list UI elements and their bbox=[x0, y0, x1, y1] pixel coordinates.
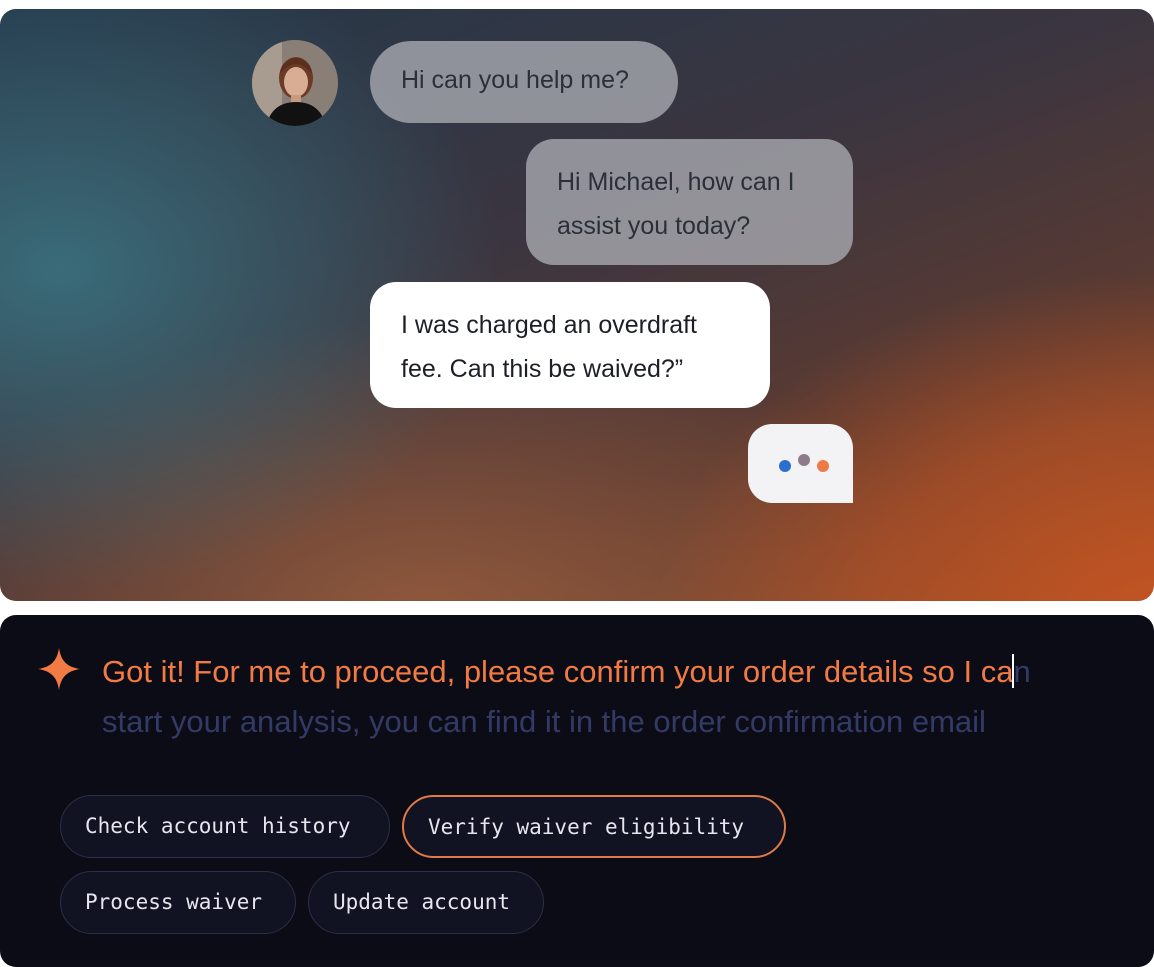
agent-message-bubble: Hi Michael, how can I assist you today? bbox=[526, 139, 853, 265]
sparkle-icon bbox=[38, 648, 80, 690]
reply-typed-text: Got it! For me to proceed, please confir… bbox=[102, 654, 1014, 689]
message-text-line: fee. Can this be waived?” bbox=[401, 355, 684, 383]
chat-conversation-panel: Hi can you help me? Hi Michael, how can … bbox=[0, 9, 1154, 601]
process-waiver-button[interactable]: Process waiver bbox=[60, 871, 296, 934]
customer-message-bubble: Hi can you help me? bbox=[370, 41, 678, 123]
assistant-reply-text: Got it! For me to proceed, please confir… bbox=[102, 647, 1102, 747]
verify-waiver-eligibility-button[interactable]: Verify waiver eligibility bbox=[402, 795, 786, 858]
message-text-line: I was charged an overdraft bbox=[401, 311, 697, 339]
user-avatar bbox=[252, 40, 338, 126]
user-avatar-icon bbox=[252, 40, 338, 126]
message-text-line: assist you today? bbox=[557, 212, 751, 240]
reply-pending-text: start your analysis, you can find it in … bbox=[102, 704, 986, 739]
message-text-line: Hi Michael, how can I bbox=[557, 168, 795, 196]
ai-assistant-panel: Got it! For me to proceed, please confir… bbox=[0, 615, 1154, 967]
typing-dot bbox=[779, 460, 791, 472]
typing-dot bbox=[798, 454, 810, 466]
update-account-button[interactable]: Update account bbox=[308, 871, 544, 934]
customer-message-bubble: I was charged an overdraft fee. Can this… bbox=[370, 282, 770, 408]
reply-pending-text: n bbox=[1013, 654, 1031, 689]
typing-indicator bbox=[748, 424, 853, 503]
check-account-history-button[interactable]: Check account history bbox=[60, 795, 390, 858]
typing-dot bbox=[817, 460, 829, 472]
message-text: Hi can you help me? bbox=[401, 66, 629, 94]
